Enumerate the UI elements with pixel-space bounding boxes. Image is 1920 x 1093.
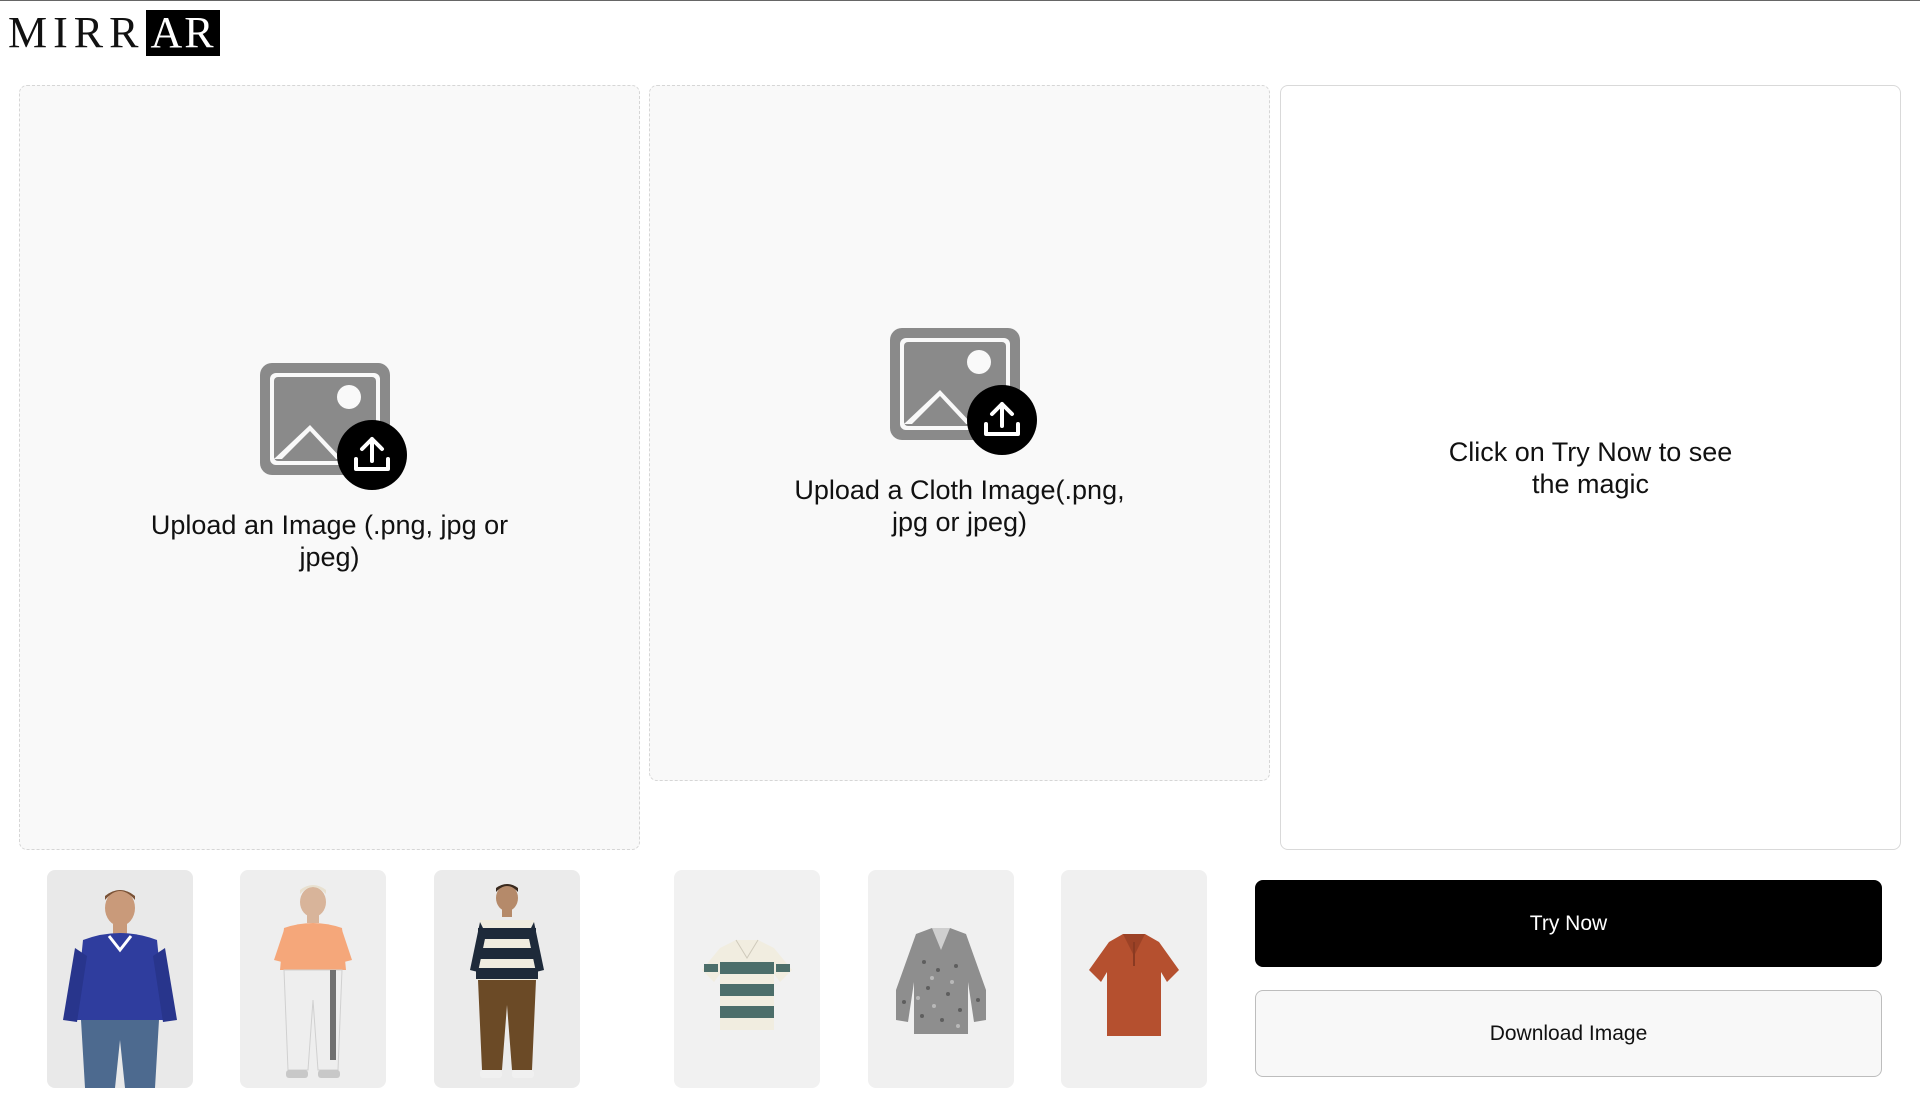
person-upload-dropzone[interactable]: Upload an Image (.png, jpg or jpeg) [19, 85, 640, 850]
sample-cloth-2[interactable] [868, 870, 1014, 1088]
app-logo: MIRR AR [8, 10, 220, 56]
person-upload-label: Upload an Image (.png, jpg or jpeg) [150, 509, 509, 572]
sample-cloth-3[interactable] [1061, 870, 1207, 1088]
sample-person-1[interactable] [47, 870, 193, 1088]
sample-cloth-1[interactable] [674, 870, 820, 1088]
try-now-button[interactable]: Try Now [1255, 880, 1882, 967]
cloth-upload-dropzone[interactable]: Upload a Cloth Image(.png, jpg or jpeg) [649, 85, 1270, 781]
download-image-button[interactable]: Download Image [1255, 990, 1882, 1077]
cloth-upload-label: Upload a Cloth Image(.png, jpg or jpeg) [794, 475, 1125, 537]
top-border [0, 0, 1920, 1]
logo-text-right: AR [146, 10, 220, 56]
logo-text-left: MIRR [8, 8, 145, 57]
sample-person-2[interactable] [240, 870, 386, 1088]
result-preview-panel: Click on Try Now to see the magic [1280, 85, 1901, 850]
image-upload-icon [250, 362, 410, 491]
sample-person-3[interactable] [434, 870, 580, 1088]
image-upload-icon [880, 328, 1040, 456]
result-placeholder-text: Click on Try Now to see the magic [1448, 436, 1733, 499]
